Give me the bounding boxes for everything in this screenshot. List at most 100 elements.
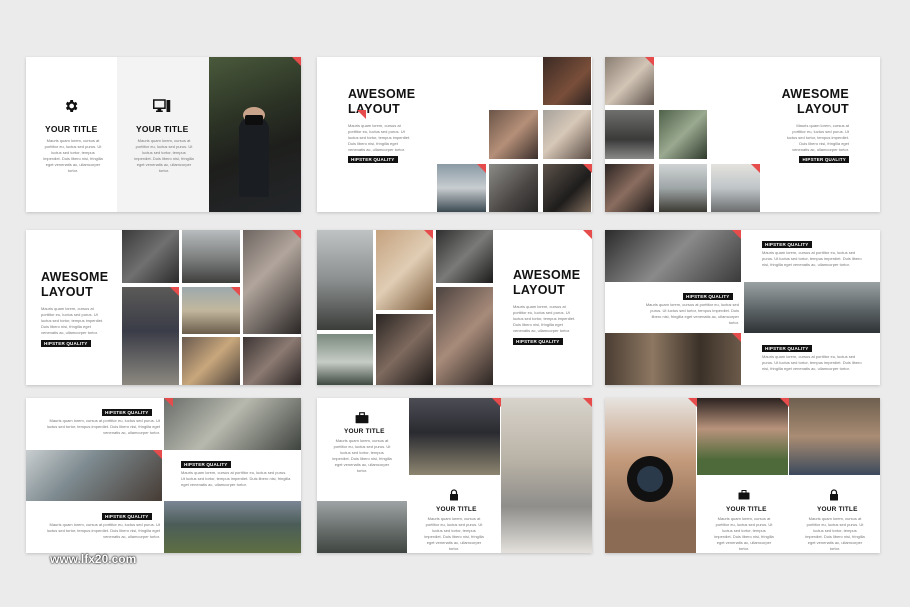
photo xyxy=(605,110,654,159)
briefcase-icon xyxy=(353,411,371,425)
accent-corner xyxy=(164,398,173,407)
photo xyxy=(376,230,433,310)
slide-4: AWESOME LAYOUT Mauris quam lorem, cursus… xyxy=(26,230,301,385)
photo-man xyxy=(789,398,880,475)
photo-bicycle xyxy=(605,230,741,282)
body-text: Mauris quam lorem, cursus at porttitor e… xyxy=(714,516,774,551)
accent-corner xyxy=(492,398,501,407)
photo xyxy=(436,287,493,385)
badge: HIPSTER QUALITY xyxy=(102,409,152,416)
badge: HIPSTER QUALITY xyxy=(762,345,812,352)
slide-title: YOUR TITLE xyxy=(136,124,189,134)
badge: HIPSTER QUALITY xyxy=(181,461,231,468)
accent-corner xyxy=(424,230,433,239)
slide-title: YOUR TITLE xyxy=(344,428,385,435)
photo xyxy=(243,230,301,334)
photo-cow xyxy=(164,501,301,553)
lock-icon xyxy=(826,488,842,502)
body-text: Mauris quam lorem, cursus at porttitor e… xyxy=(46,418,160,435)
photo xyxy=(182,230,240,283)
photo xyxy=(122,230,179,283)
body-text: Mauris quam lorem, cursus at porttitor e… xyxy=(41,306,104,335)
body-text: Mauris quam lorem, cursus at porttitor e… xyxy=(786,123,849,152)
photo xyxy=(659,110,707,159)
photo-laptop xyxy=(501,398,592,553)
photo-car xyxy=(26,450,162,501)
lock-icon xyxy=(446,488,462,502)
badge: HIPSTER QUALITY xyxy=(799,156,849,163)
photo xyxy=(489,164,538,212)
badge: HIPSTER QUALITY xyxy=(513,338,563,345)
slide-6: HIPSTER QUALITY Mauris quam lorem, cursu… xyxy=(605,230,880,385)
photo xyxy=(317,501,407,553)
photo xyxy=(317,230,373,330)
badge: HIPSTER QUALITY xyxy=(683,293,733,300)
photo xyxy=(489,110,538,159)
briefcase-icon xyxy=(735,488,753,502)
photo-forest xyxy=(605,333,741,385)
gear-icon xyxy=(62,97,80,115)
heading-line-2: LAYOUT xyxy=(796,102,849,116)
photo-photographer xyxy=(209,57,301,212)
badge: HIPSTER QUALITY xyxy=(348,156,398,163)
photo xyxy=(659,164,707,212)
badge: HIPSTER QUALITY xyxy=(41,340,91,347)
photo-woman xyxy=(697,398,788,475)
body-text: Mauris quam lorem, cursus at porttitor e… xyxy=(181,470,291,487)
slide-7: HIPSTER QUALITY Mauris quam lorem, cursu… xyxy=(26,398,301,553)
body-text: Mauris quam lorem, cursus at porttitor e… xyxy=(332,438,392,473)
panel-gray xyxy=(117,57,209,212)
accent-corner xyxy=(292,230,301,239)
photo xyxy=(122,287,179,385)
accent-corner xyxy=(292,57,301,66)
heading-line-1: AWESOME xyxy=(41,270,109,284)
heading-line-2: LAYOUT xyxy=(41,285,94,299)
body-text: Mauris quam lorem, cursus at porttitor e… xyxy=(762,250,862,267)
accent-corner xyxy=(583,164,592,173)
heading-line-1: AWESOME xyxy=(348,87,416,101)
body-text: Mauris quam lorem, cursus at porttitor e… xyxy=(46,522,160,539)
body-text: Mauris quam lorem, cursus at porttitor e… xyxy=(762,354,862,371)
accent-corner xyxy=(732,230,741,239)
photo xyxy=(317,334,373,385)
accent-corner xyxy=(583,398,592,407)
slide-title: YOUR TITLE xyxy=(45,124,98,134)
photo xyxy=(164,398,301,450)
accent-corner xyxy=(583,230,592,239)
slide-title: YOUR TITLE xyxy=(817,506,858,513)
photo-camera-man xyxy=(605,398,696,553)
photo-alley xyxy=(409,398,500,475)
photo xyxy=(376,314,433,385)
photo-cyclist xyxy=(744,282,880,333)
body-text: Mauris quam lorem, cursus at porttitor e… xyxy=(134,138,194,173)
slide-9: YOUR TITLE Mauris quam lorem, cursus at … xyxy=(605,398,880,553)
photo xyxy=(543,110,591,159)
watermark: www.lfx20.com xyxy=(50,552,137,566)
slide-8: YOUR TITLE Mauris quam lorem, cursus at … xyxy=(317,398,592,553)
accent-corner xyxy=(645,57,654,66)
photo xyxy=(605,164,654,212)
badge: HIPSTER QUALITY xyxy=(102,513,152,520)
photo xyxy=(543,57,591,105)
heading-line-1: AWESOME xyxy=(781,87,849,101)
slide-heading: AWESOME LAYOUT xyxy=(782,87,849,117)
accent-corner xyxy=(153,450,162,459)
accent-corner xyxy=(231,287,240,296)
monitor-icon xyxy=(152,97,172,115)
slide-2: AWESOME LAYOUT Mauris quam lorem, cursus… xyxy=(317,57,592,212)
slide-title: YOUR TITLE xyxy=(436,506,477,513)
accent-corner xyxy=(688,398,697,407)
slide-heading: AWESOME LAYOUT xyxy=(513,268,580,298)
heading-line-1: AWESOME xyxy=(513,268,581,282)
photo xyxy=(182,337,240,385)
accent-corner xyxy=(477,164,486,173)
body-text: Mauris quam lorem, cursus at porttitor e… xyxy=(805,516,865,551)
accent-corner xyxy=(732,333,741,342)
body-text: Mauris quam lorem, cursus at porttitor e… xyxy=(43,138,103,173)
accent-corner xyxy=(170,287,179,296)
body-text: Mauris quam lorem, cursus at porttitor e… xyxy=(513,304,576,333)
slide-3: AWESOME LAYOUT Mauris quam lorem, cursus… xyxy=(605,57,880,212)
accent-corner xyxy=(780,398,789,407)
body-text: Mauris quam lorem, cursus at porttitor e… xyxy=(348,123,411,152)
heading-line-2: LAYOUT xyxy=(513,283,566,297)
